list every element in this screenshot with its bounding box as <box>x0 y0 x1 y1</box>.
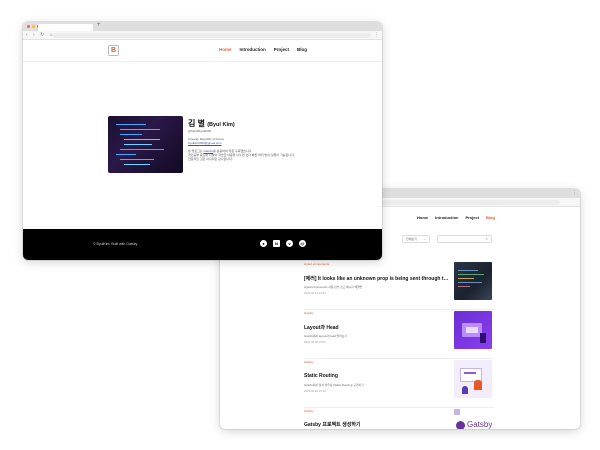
menu-icon[interactable]: ⋮ <box>572 190 577 196</box>
profile-name-en: (Byul Kim) <box>207 122 235 128</box>
github-icon[interactable]: ● <box>260 240 267 247</box>
post-description: styled-components 사용 관련 경고 메시지 해결법 <box>304 285 363 289</box>
post-item[interactable]: Gatsby Static Routing Gatsby에서 정적 라우팅 (S… <box>304 360 494 408</box>
post-category: Gatsby <box>304 409 314 413</box>
url-field[interactable] <box>53 33 371 38</box>
post-category: styled-components <box>304 262 330 266</box>
thumbnail-text: Gatsby <box>467 420 492 429</box>
search-input[interactable]: ⌕ <box>437 235 492 243</box>
notion-icon[interactable]: N <box>273 240 280 247</box>
footer-copyright: © ByulKim. Built with Gatsby <box>93 242 138 246</box>
minimize-icon[interactable] <box>32 25 35 28</box>
post-description: Gatsby에서 layout과 head 알아보기 <box>304 334 347 338</box>
category-select[interactable]: 전체보기 ⌄ <box>402 235 430 243</box>
close-icon[interactable] <box>27 25 30 28</box>
chevron-down-icon: ⌄ <box>423 237 426 241</box>
nav-blog[interactable]: Blog <box>486 215 495 220</box>
category-select-value: 전체보기 <box>406 237 418 241</box>
profile-bio-line-3: 전문적인 것은 아니지만 감사합니다. <box>188 157 233 161</box>
post-title[interactable]: [에러] It looks like an unknown prop is be… <box>304 275 449 282</box>
home-window: + ‹ › ↻ ⌂ ⋮ B Home Introduction Project … <box>23 22 382 260</box>
nav-project[interactable]: Project <box>465 215 479 220</box>
nav-introduction[interactable]: Introduction <box>240 47 266 52</box>
profile-name: 김 별 (Byul Kim) <box>188 118 368 129</box>
post-thumbnail[interactable] <box>454 311 492 349</box>
post-item[interactable]: Gatsby Layout과 Head Gatsby에서 layout과 hea… <box>304 311 494 359</box>
post-item[interactable]: styled-components [에러] It looks like an … <box>304 262 494 310</box>
nav-home[interactable]: Home <box>417 215 428 220</box>
browser-tab[interactable] <box>38 24 93 31</box>
nav-home[interactable]: Home <box>219 47 232 52</box>
post-category: Gatsby <box>304 311 314 315</box>
search-icon: ⌕ <box>485 236 488 241</box>
browser-tab-strip: + <box>23 22 382 31</box>
post-description: Gatsby에서 정적 라우팅 (Static Routing) 구현하기 <box>304 383 364 387</box>
profile-image <box>108 116 183 173</box>
nav-blog[interactable]: Blog <box>297 47 307 52</box>
gatsby-logo-icon <box>456 421 465 429</box>
post-category: Gatsby <box>304 360 314 364</box>
new-tab-icon[interactable]: + <box>97 22 101 28</box>
post-thumbnail[interactable] <box>454 360 492 398</box>
menu-icon[interactable]: ⋮ <box>374 32 379 38</box>
post-date: 2023.02.03 15:12 <box>304 389 326 393</box>
post-date: 2023.02.06 15:00 <box>304 340 326 344</box>
mail-icon[interactable]: @ <box>299 240 306 247</box>
site-header: B Home Introduction Project Blog <box>23 40 382 62</box>
post-title[interactable]: Gatsby 프로젝트 생성하기 <box>304 421 449 428</box>
site-footer: © ByulKim. Built with Gatsby ● N v @ <box>23 229 382 260</box>
profile-name-ko: 김 별 <box>188 119 205 128</box>
browser-address-bar: ‹ › ↻ ⌂ ⋮ <box>23 31 382 40</box>
post-item[interactable]: Gatsby Gatsby 프로젝트 생성하기 Gatsby <box>304 409 494 429</box>
blog-nav: Home Introduction Project Blog <box>417 215 495 220</box>
post-title[interactable]: Layout과 Head <box>304 324 449 331</box>
nav-introduction[interactable]: Introduction <box>435 215 458 220</box>
post-date: 2023.02.13 12:00 <box>304 291 326 295</box>
post-thumbnail[interactable]: Gatsby <box>454 409 492 429</box>
nav-project[interactable]: Project <box>274 47 289 52</box>
profile-section: 김 별 (Byul Kim) @hkim8byul0030 Anyang, Re… <box>23 62 382 238</box>
post-thumbnail[interactable] <box>454 262 492 300</box>
social-links: ● N v @ <box>260 240 306 247</box>
post-title[interactable]: Static Routing <box>304 373 449 379</box>
velog-icon[interactable]: v <box>286 240 293 247</box>
browser-nav-icons[interactable]: ‹ › ↻ ⌂ <box>26 32 55 38</box>
site-logo[interactable]: B <box>108 45 119 56</box>
main-nav: Home Introduction Project Blog <box>219 47 307 52</box>
profile-info: 김 별 (Byul Kim) @hkim8byul0030 Anyang, Re… <box>188 118 368 161</box>
